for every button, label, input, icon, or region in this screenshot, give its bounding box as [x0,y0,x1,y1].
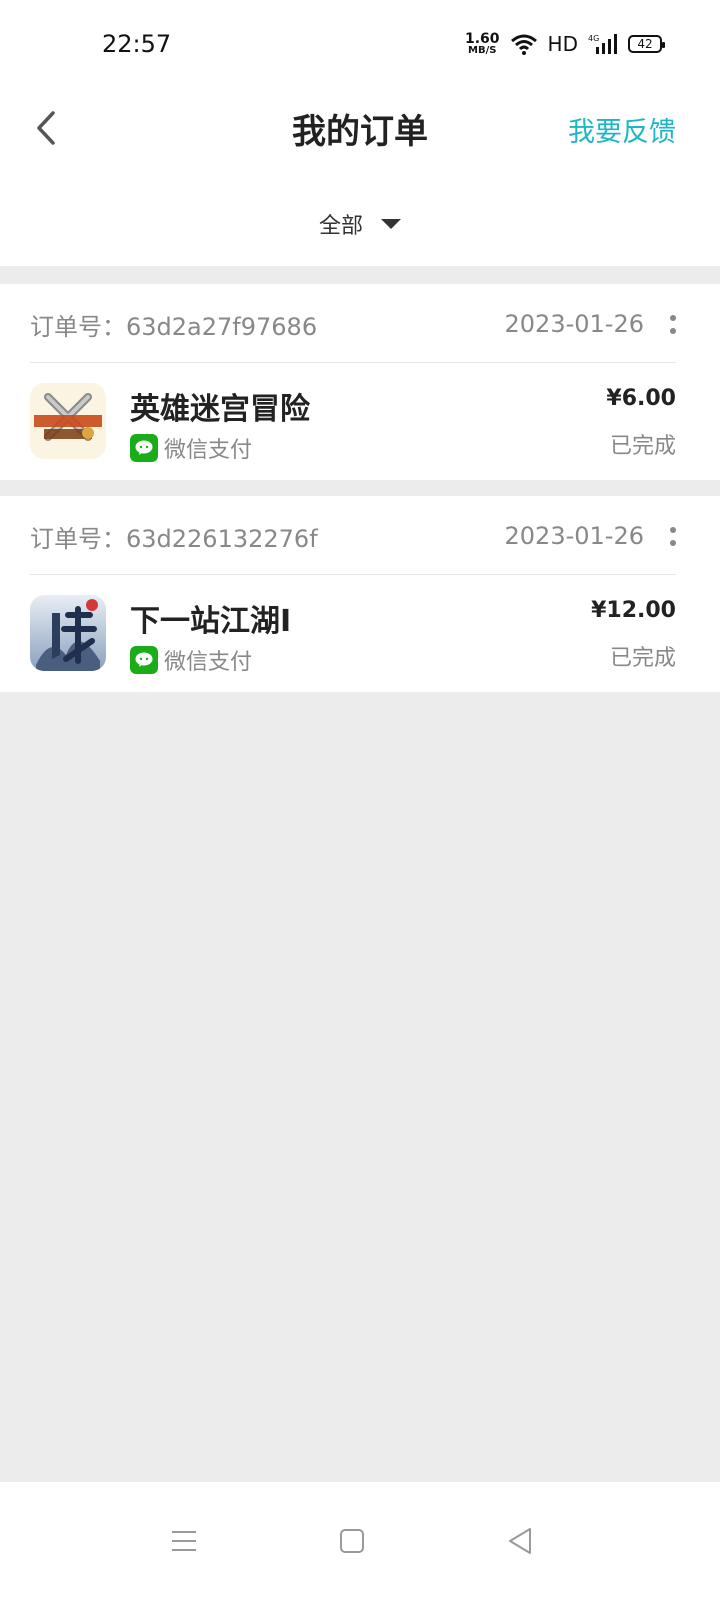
wechat-pay-icon [130,434,158,462]
system-nav-bar [0,1482,720,1600]
order-date: 2023-01-26 [504,310,644,338]
order-status: 已完成 [609,646,676,671]
wifi-icon [510,34,537,55]
battery-level: 42 [637,37,653,51]
game-icon-weapon-shop-fantasy [30,383,106,459]
order-price: ¥6.00 [606,386,676,411]
filter-label: 全部 [318,214,363,239]
menu-icon [172,1531,196,1551]
payment-method: 微信支付 [130,644,252,676]
page-header: 我的订单 我要反馈 全部 [0,80,720,266]
payment-label: 微信支付 [164,650,253,675]
order-card-header: 订单号：63d2a27f97686 2023-01-26 [30,284,676,364]
status-bar: 22:57 1.60 MB/S HD 4G 42 [0,0,720,80]
status-time: 22:57 [102,30,172,58]
order-price: ¥12.00 [591,598,676,623]
wechat-pay-icon [130,646,158,674]
more-options-button[interactable] [670,314,676,334]
recent-apps-button[interactable] [144,1482,224,1600]
more-options-button[interactable] [670,526,676,546]
cellular-signal-icon: 4G [588,34,617,54]
network-speed-value: 1.60 [465,31,500,47]
network-type-label: 4G [588,34,599,43]
game-name: 英雄迷宫冒险 [130,392,310,427]
feedback-link[interactable]: 我要反馈 [568,110,676,149]
network-speed: 1.60 MB/S [465,32,500,56]
dot-icon [670,526,676,533]
back-nav-button[interactable] [480,1482,560,1600]
divider [30,362,676,363]
dot-icon [670,539,676,546]
home-button[interactable] [312,1482,392,1600]
payment-method: 微信支付 [130,432,252,464]
triangle-back-icon [509,1528,531,1554]
order-number: 订单号：63d2a27f97686 [30,312,318,341]
dot-icon [670,314,676,321]
network-speed-unit: MB/S [468,45,497,56]
hd-indicator: HD [547,32,578,56]
square-icon [340,1529,364,1553]
caret-down-icon [381,219,401,229]
order-card[interactable]: 订单号：63d2a27f97686 2023-01-26 英雄迷宫冒险 微信支付… [0,284,720,480]
order-card-header: 订单号：63d226132276f 2023-01-26 [30,496,676,576]
battery-icon: 42 [628,35,665,53]
order-card[interactable]: 订单号：63d226132276f 2023-01-26 下一站江湖Ⅰ 微信支付… [0,496,720,692]
divider [30,574,676,575]
game-icon-xia [30,595,106,671]
order-number: 订单号：63d226132276f [30,524,318,553]
payment-label: 微信支付 [164,438,253,463]
order-filter-dropdown[interactable]: 全部 [0,208,720,240]
dot-icon [670,327,676,334]
order-status: 已完成 [609,434,676,459]
game-name: 下一站江湖Ⅰ [130,604,292,639]
status-indicators: 1.60 MB/S HD 4G 42 [465,32,665,56]
order-date: 2023-01-26 [504,522,644,550]
